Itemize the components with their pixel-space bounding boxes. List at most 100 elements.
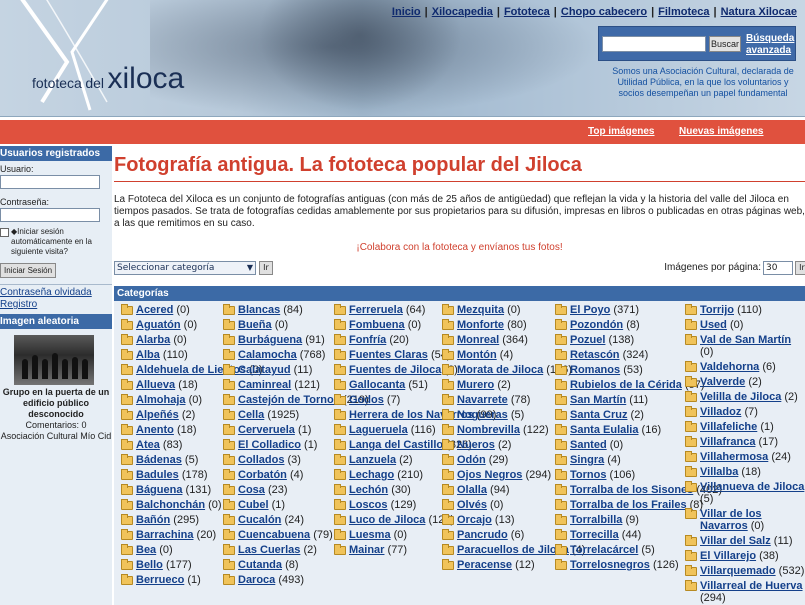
category-link[interactable]: Navarrete bbox=[457, 394, 508, 406]
category-link[interactable]: Villahermosa bbox=[700, 451, 768, 463]
category-link[interactable]: Daroca bbox=[238, 574, 275, 586]
category-link[interactable]: Villadoz bbox=[700, 406, 741, 418]
login-button[interactable]: Iniciar Sesión bbox=[0, 263, 57, 278]
category-link[interactable]: Báguena bbox=[136, 484, 182, 496]
category-link[interactable]: Calatayud bbox=[238, 364, 291, 376]
category-link[interactable]: Aguatón bbox=[136, 319, 181, 331]
category-link[interactable]: Bello bbox=[136, 559, 163, 571]
category-link[interactable]: Morata de Jiloca bbox=[457, 364, 543, 376]
category-link[interactable]: Torrecilla bbox=[570, 529, 619, 541]
category-link[interactable]: Romanos bbox=[570, 364, 620, 376]
category-link[interactable]: Badules bbox=[136, 469, 179, 481]
category-link[interactable]: Fuentes Claras bbox=[349, 349, 428, 361]
category-link[interactable]: Ojos Negros bbox=[457, 469, 522, 481]
category-link[interactable]: Ferreruela bbox=[349, 304, 403, 316]
remember-checkbox[interactable] bbox=[0, 228, 9, 237]
category-link[interactable]: Monforte bbox=[457, 319, 504, 331]
category-link[interactable]: Lagueruela bbox=[349, 424, 408, 436]
category-link[interactable]: Anento bbox=[136, 424, 174, 436]
category-link[interactable]: Collados bbox=[238, 454, 284, 466]
category-link[interactable]: Villarquemado bbox=[700, 565, 776, 577]
category-link[interactable]: Villafranca bbox=[700, 436, 755, 448]
category-link[interactable]: Lechón bbox=[349, 484, 388, 496]
category-link[interactable]: Fombuena bbox=[349, 319, 405, 331]
category-link[interactable]: Las Cuerlas bbox=[238, 544, 300, 556]
category-link[interactable]: Berrueco bbox=[136, 574, 184, 586]
category-link[interactable]: Retascón bbox=[570, 349, 620, 361]
category-link[interactable]: Olvés bbox=[457, 499, 487, 511]
category-link[interactable]: Fonfría bbox=[349, 334, 386, 346]
category-link[interactable]: Olalla bbox=[457, 484, 487, 496]
category-link[interactable]: Cerveruela bbox=[238, 424, 295, 436]
nav-link-inicio[interactable]: Inicio bbox=[392, 6, 421, 18]
top-images-link[interactable]: Top imágenes bbox=[588, 126, 655, 137]
category-link[interactable]: Corbatón bbox=[238, 469, 287, 481]
category-link[interactable]: Valdehorna bbox=[700, 361, 759, 373]
category-link[interactable]: Cella bbox=[238, 409, 264, 421]
category-link[interactable]: Bea bbox=[136, 544, 156, 556]
category-link[interactable]: Rubielos de la Cérida bbox=[570, 379, 682, 391]
category-link[interactable]: Bádenas bbox=[136, 454, 182, 466]
new-images-link[interactable]: Nuevas imágenes bbox=[679, 126, 764, 137]
category-link[interactable]: Torrijo bbox=[700, 304, 734, 316]
category-link[interactable]: Mezquita bbox=[457, 304, 504, 316]
nav-link-filmoteca[interactable]: Filmoteca bbox=[658, 6, 709, 18]
category-link[interactable]: Santa Cruz bbox=[570, 409, 627, 421]
category-link[interactable]: Pozuel bbox=[570, 334, 605, 346]
nav-link-chopo-cabecero[interactable]: Chopo cabecero bbox=[561, 6, 647, 18]
category-link[interactable]: Santed bbox=[570, 439, 607, 451]
category-link[interactable]: Acered bbox=[136, 304, 173, 316]
random-image-thumbnail[interactable] bbox=[14, 335, 94, 385]
nav-link-natura-xilocae[interactable]: Natura Xilocae bbox=[721, 6, 797, 18]
category-link[interactable]: Burbáguena bbox=[238, 334, 302, 346]
category-link[interactable]: Valverde bbox=[700, 376, 745, 388]
category-link[interactable]: Fuentes de Jiloca bbox=[349, 364, 441, 376]
category-link[interactable]: Villanueva de Jiloca bbox=[700, 481, 804, 493]
per-page-go-button[interactable]: Ir bbox=[795, 261, 805, 275]
category-link[interactable]: Peracense bbox=[457, 559, 512, 571]
category-link[interactable]: Villalba bbox=[700, 466, 738, 478]
category-link[interactable]: Mainar bbox=[349, 544, 384, 556]
category-link[interactable]: Lanzuela bbox=[349, 454, 396, 466]
per-page-select[interactable]: 30 bbox=[763, 261, 793, 275]
category-link[interactable]: El Colladico bbox=[238, 439, 301, 451]
category-link[interactable]: Villafeliche bbox=[700, 421, 757, 433]
category-link[interactable]: Luco de Jiloca bbox=[349, 514, 425, 526]
search-input[interactable] bbox=[602, 36, 706, 52]
category-link[interactable]: Cuencabuena bbox=[238, 529, 310, 541]
category-link[interactable]: Cucalón bbox=[238, 514, 281, 526]
category-link[interactable]: Velilla de Jiloca bbox=[700, 391, 781, 403]
category-link[interactable]: Balchonchán bbox=[136, 499, 205, 511]
search-button[interactable]: Buscar bbox=[709, 36, 741, 52]
category-link[interactable]: Bañón bbox=[136, 514, 170, 526]
category-link[interactable]: Murero bbox=[457, 379, 494, 391]
category-link[interactable]: Luesma bbox=[349, 529, 391, 541]
category-go-button[interactable]: Ir bbox=[259, 261, 273, 275]
category-link[interactable]: El Poyo bbox=[570, 304, 610, 316]
register-link[interactable]: Registro bbox=[0, 299, 112, 311]
category-link[interactable]: Nogueras bbox=[457, 409, 508, 421]
category-link[interactable]: Almohaja bbox=[136, 394, 186, 406]
nav-link-fototeca[interactable]: Fototeca bbox=[504, 6, 550, 18]
category-link[interactable]: Villar del Salz bbox=[700, 535, 771, 547]
category-link[interactable]: Montón bbox=[457, 349, 497, 361]
category-link[interactable]: Alba bbox=[136, 349, 160, 361]
category-link[interactable]: Used bbox=[700, 319, 727, 331]
category-link[interactable]: Santa Eulalia bbox=[570, 424, 638, 436]
category-link[interactable]: Pozondón bbox=[570, 319, 623, 331]
nav-link-xilocapedia[interactable]: Xilocapedia bbox=[432, 6, 493, 18]
category-link[interactable]: Blancas bbox=[238, 304, 280, 316]
category-link[interactable]: Barrachina bbox=[136, 529, 193, 541]
category-link[interactable]: Pancrudo bbox=[457, 529, 508, 541]
category-link[interactable]: Nueros bbox=[457, 439, 495, 451]
category-link[interactable]: Alpeñés bbox=[136, 409, 179, 421]
category-link[interactable]: Bueña bbox=[238, 319, 272, 331]
category-link[interactable]: Atea bbox=[136, 439, 160, 451]
category-link[interactable]: Nombrevilla bbox=[457, 424, 520, 436]
category-link[interactable]: Val de San Martín bbox=[700, 334, 791, 346]
category-link[interactable]: Godos bbox=[349, 394, 384, 406]
category-link[interactable]: Caminreal bbox=[238, 379, 291, 391]
forgot-password-link[interactable]: Contraseña olvidada bbox=[0, 287, 112, 299]
category-link[interactable]: Monreal bbox=[457, 334, 499, 346]
category-link[interactable]: Loscos bbox=[349, 499, 388, 511]
